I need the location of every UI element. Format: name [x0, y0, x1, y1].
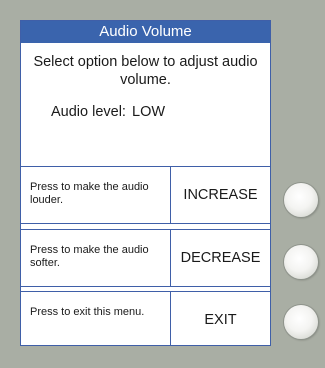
- exit-description: Press to exit this menu.: [21, 292, 171, 345]
- exit-button[interactable]: [284, 305, 318, 339]
- device-panel: Audio Volume Select option below to adju…: [0, 0, 325, 368]
- instruction-text: Select option below to adjust audio volu…: [33, 54, 258, 88]
- exit-label: EXIT: [204, 312, 237, 328]
- exit-option-row: Press to exit this menu. EXIT: [21, 291, 270, 345]
- volume-screen: Audio Volume Select option below to adju…: [20, 20, 271, 346]
- decrease-option-row: Press to make the audio softer. DECREASE: [21, 229, 270, 287]
- increase-label: INCREASE: [183, 187, 258, 203]
- increase-button[interactable]: [284, 183, 318, 217]
- increase-option-row: Press to make the audio louder. INCREASE: [21, 166, 270, 224]
- increase-description: Press to make the audio louder.: [21, 167, 171, 223]
- decrease-description: Press to make the audio softer.: [21, 230, 171, 286]
- audio-level-value: LOW: [132, 104, 166, 120]
- audio-level: Audio level: LOW: [51, 104, 165, 120]
- audio-level-label: Audio level:: [51, 104, 126, 120]
- decrease-button[interactable]: [284, 245, 318, 279]
- decrease-label: DECREASE: [180, 250, 261, 266]
- screen-title: Audio Volume: [21, 21, 270, 43]
